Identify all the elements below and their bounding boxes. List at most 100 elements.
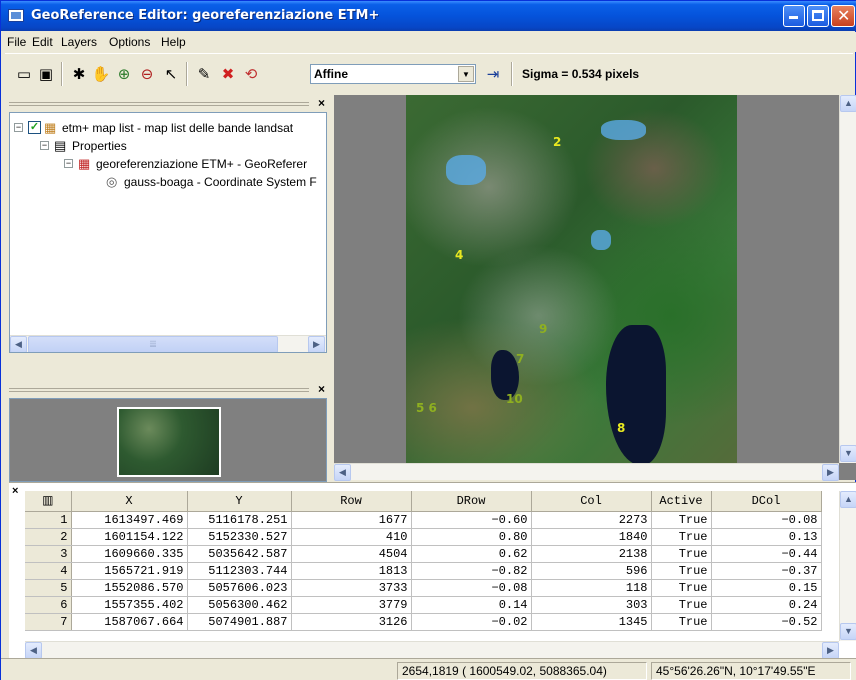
zoom-in-icon[interactable]: ⊕ [113,64,135,84]
delete-icon[interactable]: ✖ [217,64,239,84]
screen-icon[interactable]: ▣ [35,64,57,84]
cell-x[interactable]: 1557355.402 [71,596,188,614]
cell-drow[interactable]: −0.02 [411,613,532,631]
row-number[interactable]: 5 [25,579,72,597]
column-header-x[interactable]: X [71,491,188,512]
column-header-drow[interactable]: DRow [411,491,532,512]
table-row[interactable]: 6 1557355.402 5056300.462 3779 0.14 303 True 0.… [25,596,822,614]
select-icon[interactable]: ↖ [160,64,182,84]
refresh-icon[interactable]: ⟲ [240,64,262,84]
table-corner[interactable]: ▥ [25,491,72,512]
cell-y[interactable]: 5152330.527 [187,528,292,546]
cell-row[interactable]: 4504 [291,545,412,563]
cell-row[interactable]: 3126 [291,613,412,631]
cell-drow[interactable]: −0.60 [411,511,532,529]
table-row[interactable]: 5 1552086.570 5057606.023 3733 −0.08 118 True 0… [25,579,822,597]
cell-col[interactable]: 1345 [531,613,652,631]
scroll-left-icon[interactable]: ◀ [10,336,27,352]
scroll-left-icon[interactable]: ◀ [334,464,351,481]
map-view[interactable]: 2 4 9 7 10 5 6 8 ▲ ▼ ◀ ▶ [334,95,856,481]
row-number[interactable]: 3 [25,545,72,563]
table-row[interactable]: 2 1601154.122 5152330.527 410 0.80 1840 True 0.… [25,528,822,546]
overview-thumbnail[interactable] [117,407,221,477]
cell-row[interactable]: 410 [291,528,412,546]
gcp-label[interactable]: 9 [539,322,547,336]
cell-x[interactable]: 1552086.570 [71,579,188,597]
scroll-up-icon[interactable]: ▲ [840,95,856,112]
cell-y[interactable]: 5056300.462 [187,596,292,614]
cell-row[interactable]: 1677 [291,511,412,529]
title-bar[interactable]: GeoReference Editor: georeferenziazione … [1,1,856,31]
close-button[interactable]: ✕ [831,5,855,27]
cell-col[interactable]: 1840 [531,528,652,546]
column-header-dcol[interactable]: DCol [711,491,822,512]
cell-drow[interactable]: 0.80 [411,528,532,546]
cell-col[interactable]: 2138 [531,545,652,563]
cell-y[interactable]: 5057606.023 [187,579,292,597]
column-header-row[interactable]: Row [291,491,412,512]
cell-active[interactable]: True [651,511,712,529]
gcp-label[interactable]: 8 [617,421,625,435]
table-row[interactable]: 3 1609660.335 5035642.587 4504 0.62 2138 True −… [25,545,822,563]
collapse-icon[interactable]: − [40,141,49,150]
transformation-select[interactable]: Affine ▼ [310,64,476,84]
cell-y[interactable]: 5074901.887 [187,613,292,631]
satellite-image[interactable]: 2 4 9 7 10 5 6 8 [406,95,737,463]
exit-icon[interactable]: ⇥ [482,64,504,84]
cell-dcol[interactable]: −0.37 [711,562,822,580]
menu-file[interactable]: File [7,35,26,49]
cell-row[interactable]: 3733 [291,579,412,597]
close-pane-icon[interactable]: × [318,96,325,110]
menu-edit[interactable]: Edit [32,35,53,49]
map-vertical-scrollbar[interactable]: ▲ ▼ [839,95,856,463]
cell-x[interactable]: 1609660.335 [71,545,188,563]
cell-y[interactable]: 5112303.744 [187,562,292,580]
cell-col[interactable]: 303 [531,596,652,614]
cell-dcol[interactable]: 0.13 [711,528,822,546]
cell-drow[interactable]: −0.82 [411,562,532,580]
gcp-label[interactable]: 7 [516,352,524,366]
cell-row[interactable]: 3779 [291,596,412,614]
menu-options[interactable]: Options [109,35,150,49]
cell-active[interactable]: True [651,545,712,563]
column-header-active[interactable]: Active [651,491,712,512]
zoom-out-icon[interactable]: ⊖ [136,64,158,84]
cell-y[interactable]: 5116178.251 [187,511,292,529]
table-row[interactable]: 7 1587067.664 5074901.887 3126 −0.02 1345 True… [25,613,822,631]
scroll-down-icon[interactable]: ▼ [840,445,856,462]
gcp-label[interactable]: 5 6 [416,401,437,415]
new-icon[interactable]: ▭ [13,64,35,84]
minimize-button[interactable] [783,5,805,27]
cell-dcol[interactable]: 0.15 [711,579,822,597]
row-number[interactable]: 6 [25,596,72,614]
row-number[interactable]: 2 [25,528,72,546]
scroll-left-icon[interactable]: ◀ [25,642,42,659]
cell-row[interactable]: 1813 [291,562,412,580]
close-pane-icon[interactable]: × [12,485,18,497]
gcp-label[interactable]: 10 [506,392,523,406]
cell-x[interactable]: 1601154.122 [71,528,188,546]
cell-dcol[interactable]: 0.24 [711,596,822,614]
cell-dcol[interactable]: −0.08 [711,511,822,529]
pane-grip[interactable] [9,102,309,106]
cell-active[interactable]: True [651,528,712,546]
cell-col[interactable]: 118 [531,579,652,597]
tree-horizontal-scrollbar[interactable]: ◀ ⦙⦙⦙ ▶ [10,335,326,352]
row-number[interactable]: 7 [25,613,72,631]
menu-layers[interactable]: Layers [61,35,97,49]
pane-grip[interactable] [9,388,309,392]
pencil-icon[interactable]: ✎ [193,64,215,84]
map-horizontal-scrollbar[interactable]: ◀ ▶ [334,463,839,481]
menu-help[interactable]: Help [161,35,186,49]
cell-x[interactable]: 1587067.664 [71,613,188,631]
cell-x[interactable]: 1613497.469 [71,511,188,529]
cell-active[interactable]: True [651,613,712,631]
table-row[interactable]: 1 1613497.469 5116178.251 1677 −0.60 2273 True… [25,511,822,529]
scroll-right-icon[interactable]: ▶ [308,336,325,352]
cell-active[interactable]: True [651,579,712,597]
gcp-label[interactable]: 4 [455,248,463,262]
row-number[interactable]: 4 [25,562,72,580]
cell-active[interactable]: True [651,562,712,580]
column-header-y[interactable]: Y [187,491,292,512]
cell-active[interactable]: True [651,596,712,614]
